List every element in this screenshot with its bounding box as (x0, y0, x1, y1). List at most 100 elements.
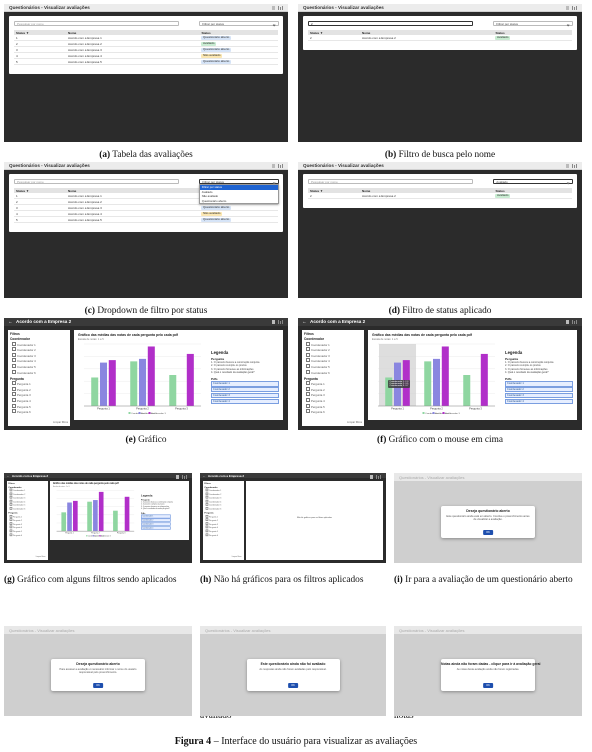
toolbar-icons[interactable] (272, 164, 284, 168)
toolbar-icons[interactable] (272, 6, 284, 10)
filter-checkbox[interactable]: Coordenador 6 (9, 508, 33, 512)
back-arrow-icon[interactable]: ← (8, 319, 13, 324)
row-name: Acordo com a Empresa 2 (361, 36, 396, 40)
chart-bars-icon (572, 6, 573, 10)
legend-swatch-label: Coordenador 3 (445, 412, 460, 415)
col-name-header[interactable]: Nome (362, 31, 370, 35)
back-arrow-icon[interactable]: ← (203, 474, 206, 478)
toolbar-icons[interactable] (566, 164, 578, 168)
screenshot-f: ← Acordo com a Empresa 2 Filtros Coordenado… (298, 318, 582, 430)
legend-pdf-link[interactable]: Coordenador 4 (140, 526, 171, 530)
evaluations-card: Pesquisar por nome Avaliado Status ▼ Nome St… (303, 174, 577, 208)
dialog-ok-button[interactable]: OK (483, 530, 493, 535)
status-filter-select[interactable]: Filtrar por status (199, 21, 279, 26)
legend-pdf-link[interactable]: Coordenador 3 (505, 392, 573, 399)
col-status-header[interactable]: Status (495, 189, 504, 193)
col-id-header[interactable]: Status ▼ (16, 189, 29, 193)
search-input[interactable]: Pesquisar por nome (308, 179, 473, 184)
filter-checkbox[interactable]: Coordenador 6 (12, 370, 70, 376)
filter-checkbox[interactable]: Coordenador 6 (306, 370, 364, 376)
row-name: Acordo com a Empresa 1 (67, 194, 102, 198)
row-name: Acordo com a Empresa 4 (67, 54, 102, 58)
dialog-body: Para acessar a avaliação é necessário in… (59, 668, 137, 675)
dialog-ok-button[interactable]: OK (288, 683, 298, 688)
col-name-header[interactable]: Nome (68, 189, 76, 193)
sidebar-section-title: Pergunta (304, 376, 318, 381)
col-name-header[interactable]: Nome (362, 189, 370, 193)
row-id: 2 (16, 200, 18, 204)
col-id-header[interactable]: Status ▼ (310, 189, 323, 193)
filter-checkbox[interactable]: Pergunta 6 (12, 409, 70, 415)
col-status-header[interactable]: Status (201, 31, 210, 35)
col-id-header[interactable]: Status ▼ (310, 31, 323, 35)
col-status-header[interactable]: Status (495, 31, 504, 35)
status-filter-select[interactable]: Avaliado (493, 179, 573, 184)
bar (113, 510, 118, 532)
clear-filters-button[interactable]: Limpar filtros (232, 556, 242, 558)
caption-i: (i) Ir para a avaliação de um questionár… (394, 574, 582, 586)
row-name: Acordo com a Empresa 2 (67, 42, 102, 46)
dialog: Este questionário ainda não foi avaliado… (246, 659, 340, 691)
status-filter-value: Filtrar por status (202, 22, 224, 27)
toolbar-icons[interactable] (272, 320, 284, 324)
chart-bars-icon (572, 164, 573, 168)
bar (61, 512, 67, 532)
clear-filters-button[interactable]: Limpar filtros (347, 421, 362, 424)
filter-checkbox[interactable]: Pergunta 6 (9, 534, 33, 538)
bar (124, 496, 130, 532)
app-header: Questionários - Visualizar avaliações (298, 162, 582, 170)
caption-text: Gráfico com o mouse em cima (388, 435, 503, 445)
caption-c: (c) Dropdown de filtro por status (4, 305, 288, 317)
status-filter-select[interactable]: Filtrar por status (493, 21, 573, 26)
back-arrow-icon[interactable]: ← (7, 474, 10, 478)
clear-filters-button[interactable]: Limpar filtros (53, 421, 68, 424)
legend-pdf-link[interactable]: Coordenador 2 (505, 387, 573, 393)
bar (67, 502, 73, 532)
app-header: ← Acordo com a Empresa 2 (298, 318, 582, 326)
legend-pdf-link[interactable]: Coordenador 3 (211, 392, 279, 399)
table-row[interactable]: 5 Acordo com a Empresa 5 Questionário aber… (14, 217, 278, 223)
toolbar-icons[interactable] (566, 6, 578, 10)
status-filter-value: Avaliado (496, 180, 508, 185)
screenshot-l: Questionários - Visualizar avaliações Not… (394, 626, 582, 716)
caption-text: Filtro de status aplicado (402, 306, 492, 316)
table-row[interactable]: 5 Acordo com a Empresa 5 Questionário aber… (14, 59, 278, 65)
legend-pdf-link[interactable]: Coordenador 2 (211, 387, 279, 393)
legend-pdf-link[interactable]: Coordenador 4 (505, 398, 573, 405)
table-row[interactable]: 2 Acordo com a Empresa 2 Avaliado (308, 35, 572, 41)
search-input[interactable]: 2 (308, 21, 473, 26)
status-badge: Avaliado (495, 193, 510, 198)
dialog-body: Este questionário ainda está em aberto. … (446, 515, 530, 522)
status-badge: Questionário aberto (201, 47, 231, 52)
chart-bars-icon (574, 165, 575, 168)
dialog-ok-button[interactable]: OK (93, 683, 103, 688)
toolbar-icons[interactable] (176, 475, 188, 479)
caption-label: (b) (384, 150, 397, 160)
x-tick-label: Pergunta 1 (66, 531, 74, 534)
status-dropdown-menu[interactable]: Filtrar por status Avaliado Não avaliado Qu… (199, 184, 279, 205)
chart-bars-icon (282, 320, 283, 324)
back-arrow-icon[interactable]: ← (302, 319, 307, 324)
filter-checkbox[interactable]: Pergunta 6 (205, 534, 229, 538)
search-input[interactable]: Pesquisar por nome (14, 21, 179, 26)
col-name-header[interactable]: Nome (68, 31, 76, 35)
table-row[interactable]: 2 Acordo com a Empresa 2 Avaliado (308, 193, 572, 199)
filter-checkbox[interactable]: Pergunta 6 (306, 409, 364, 415)
legend-content: Legenda Pergunta 1. O parceiro buscou a co… (140, 494, 173, 530)
legend-pdf-link[interactable]: Coordenador 1 (505, 381, 573, 387)
filter-checkbox[interactable]: Coordenador 6 (205, 508, 229, 512)
legend-pdf-link[interactable]: Coordenador 1 (211, 381, 279, 387)
search-input[interactable]: Pesquisar por nome (14, 179, 179, 184)
dialog-ok-button[interactable]: OK (483, 683, 493, 688)
legend-pdf-link[interactable]: Coordenador 4 (211, 398, 279, 405)
toolbar-icons[interactable] (566, 320, 578, 324)
bar (424, 361, 432, 406)
clear-filters-button[interactable]: Limpar filtros (36, 556, 46, 558)
dialog: Deseja questionário aberto Este questioná… (441, 506, 535, 538)
toolbar-icons[interactable] (370, 475, 382, 479)
dropdown-option[interactable]: Questionário aberto (200, 199, 278, 204)
app-title: Acordo com a Empresa 2 (16, 319, 72, 325)
bar (99, 491, 104, 532)
legend-question: 4. Qual o resultado da avaliação geral? (211, 371, 255, 375)
col-id-header[interactable]: Status ▼ (16, 31, 29, 35)
